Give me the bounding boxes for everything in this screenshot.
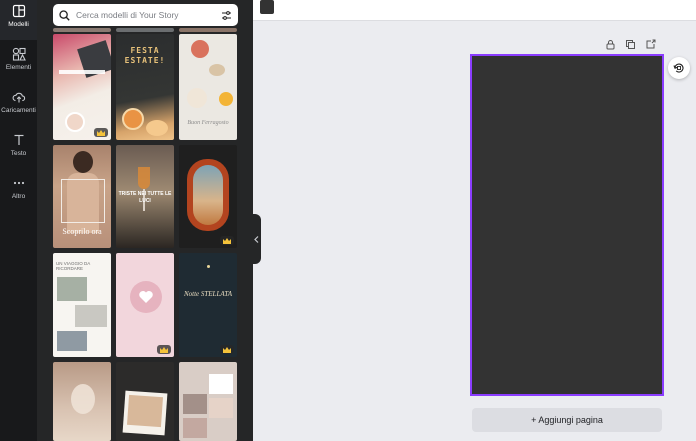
photo-block (57, 277, 87, 301)
shell-shape (191, 40, 209, 58)
sidebar-item-label: Altro (11, 193, 26, 200)
sidebar-item-testo[interactable]: Testo (0, 129, 37, 169)
wine-glass (138, 167, 150, 189)
template-caption: Scoprilo ora (62, 227, 102, 236)
sidebar-item-altro[interactable]: Altro (0, 172, 37, 212)
template-tile[interactable] (116, 253, 174, 357)
photo-block (209, 398, 233, 418)
rotate-button[interactable] (668, 57, 690, 79)
template-tile[interactable] (53, 362, 111, 441)
template-tile[interactable] (53, 34, 111, 140)
photo-block (75, 305, 107, 327)
cup-shape (65, 112, 85, 132)
template-tile[interactable] (179, 145, 237, 248)
crown-icon (223, 346, 231, 353)
sidebar-item-caricamenti[interactable]: Caricamenti (0, 86, 37, 126)
template-caption: TRISTE NEI TUTTE LE LUCI (118, 191, 172, 204)
template-tile[interactable]: UN VIAGGIO DA RICORDARE (53, 253, 111, 357)
lock-icon (606, 39, 614, 49)
airplane-window-view (193, 165, 223, 225)
sidebar-item-label: Testo (10, 150, 27, 157)
search-input[interactable] (76, 10, 221, 20)
template-caption: Notte STELLATA (183, 290, 233, 298)
premium-badge (220, 345, 234, 354)
template-tile[interactable]: Buon Ferragosto (179, 34, 237, 140)
star-shape (207, 265, 210, 268)
heart-icon (139, 291, 153, 303)
photo-block (57, 331, 87, 351)
templates-panel: FESTA ESTATE! Buon Ferragosto Scoprilo o… (37, 0, 253, 441)
duplicate-icon (625, 39, 635, 49)
color-swatch[interactable] (260, 0, 274, 14)
duplicate-page-button[interactable] (624, 38, 636, 50)
search-bar[interactable] (53, 4, 238, 26)
template-tile[interactable]: Notte STELLATA (179, 253, 237, 357)
collapse-panel-handle[interactable] (251, 214, 261, 264)
template-tile-partial[interactable] (116, 28, 174, 32)
polaroid-photo (126, 394, 164, 428)
template-tile-partial[interactable] (53, 28, 111, 32)
premium-badge (220, 236, 234, 245)
design-canvas[interactable] (470, 54, 664, 396)
sidebar-item-modelli[interactable]: Modelli (0, 0, 37, 40)
template-caption: FESTA ESTATE! (124, 46, 166, 65)
sidebar-item-label: Modelli (8, 21, 29, 28)
add-page-button[interactable]: + Aggiungi pagina (472, 408, 662, 432)
rotate-icon (673, 63, 684, 73)
filter-icon[interactable] (221, 10, 232, 21)
cloud-upload-icon (12, 92, 25, 103)
shapes-icon (12, 47, 26, 61)
photo-block (183, 394, 207, 414)
lock-button[interactable] (604, 38, 616, 50)
crown-icon (223, 237, 231, 244)
search-icon (59, 9, 70, 21)
crown-icon (160, 346, 168, 353)
template-caption: UN VIAGGIO DA RICORDARE (56, 261, 91, 271)
template-tile[interactable]: FESTA ESTATE! (116, 34, 174, 140)
photo-block (209, 374, 233, 394)
text-bar (59, 70, 105, 74)
add-page-label: + Aggiungi pagina (531, 415, 603, 425)
add-page-icon (646, 39, 655, 48)
shell-shape (187, 88, 207, 108)
lemon-shape (219, 92, 233, 106)
editor-toolbar (253, 0, 696, 21)
template-tile-partial[interactable] (179, 28, 237, 32)
add-page-button-small[interactable] (644, 38, 656, 50)
crown-icon (97, 129, 105, 136)
frame-outline (61, 179, 105, 223)
sidebar-rail: Modelli Elementi Caricamenti Testo Altro (0, 0, 37, 441)
sidebar-item-label: Caricamenti (1, 107, 36, 114)
flower-shape (71, 384, 95, 414)
templates-grid: FESTA ESTATE! Buon Ferragosto Scoprilo o… (53, 0, 238, 441)
fruit-shape (146, 120, 168, 136)
photo-block (183, 418, 207, 438)
template-caption: Buon Ferragosto (187, 120, 229, 126)
sidebar-item-elementi[interactable]: Elementi (0, 43, 37, 83)
shell-shape (209, 64, 225, 76)
template-tile[interactable] (179, 362, 237, 441)
template-tile[interactable]: Scoprilo ora (53, 145, 111, 248)
chevron-left-icon (253, 235, 258, 243)
person-hair (73, 151, 93, 173)
template-tile[interactable]: TRISTE NEI TUTTE LE LUCI (116, 145, 174, 248)
template-tile[interactable] (116, 362, 174, 441)
premium-badge (157, 345, 171, 354)
premium-badge (94, 128, 108, 137)
page-tools (604, 38, 656, 50)
text-icon (14, 134, 23, 145)
layout-icon (12, 4, 25, 18)
sidebar-item-label: Elementi (5, 64, 32, 71)
more-icon (13, 181, 24, 185)
orange-slice (122, 108, 144, 130)
